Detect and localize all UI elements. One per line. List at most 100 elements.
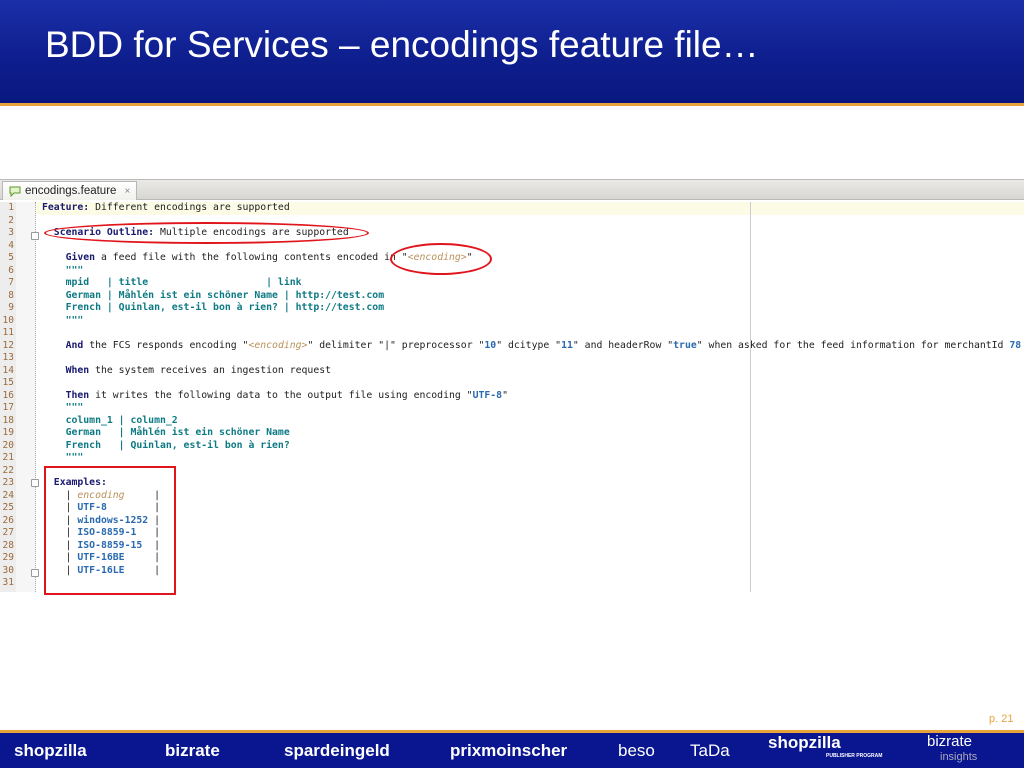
code-token: French | Quinlan, est-il bon à rien? | h…	[42, 302, 385, 313]
code-line[interactable]: 7 mpid | title | link	[0, 277, 993, 290]
line-number: 21	[2, 452, 14, 463]
line-number: 13	[2, 352, 14, 363]
line-text: """	[42, 315, 84, 328]
line-number: 10	[2, 314, 14, 326]
line-number: 14	[2, 364, 14, 376]
code-token: German | Måhlén ist ein schöner Name	[42, 427, 290, 438]
line-number: 5	[8, 252, 14, 263]
line-number: 11	[2, 327, 14, 338]
line-text: German | Måhlén ist ein schöner Name	[42, 427, 290, 440]
code-token: " dcitype "	[496, 339, 562, 351]
line-text: Feature: Different encodings are support…	[42, 202, 290, 215]
logo-bizrate-insights: bizrate	[927, 733, 973, 750]
logo-shopzilla-publisher: shopzilla	[768, 733, 841, 752]
code-line[interactable]: 11	[0, 327, 993, 340]
line-number: 15	[2, 377, 14, 388]
code-line[interactable]: 21 """	[0, 452, 993, 465]
code-line[interactable]: 15	[0, 377, 993, 390]
line-number: 1	[8, 202, 14, 213]
code-token: " when asked for the feed information fo…	[696, 339, 1010, 351]
code-token: true	[673, 339, 697, 351]
code-token: " delimiter "|" preprocessor "	[307, 339, 485, 351]
code-line[interactable]: 5 Given a feed file with the following c…	[0, 252, 993, 265]
line-number: 19	[2, 427, 14, 438]
line-number: 8	[8, 289, 14, 301]
highlight-box-examples	[44, 466, 176, 595]
close-icon[interactable]: ×	[124, 186, 130, 197]
page-number: p. 21	[989, 713, 1014, 725]
slide-title: BDD for Services – encodings feature fil…	[45, 24, 759, 65]
code-token: <encoding>	[248, 339, 308, 351]
code-token: column_1 | column_2	[42, 414, 178, 426]
code-token: Feature:	[42, 202, 90, 213]
logo-tada: TaDa	[690, 740, 730, 760]
code-token: When	[65, 364, 90, 376]
code-token: French | Quinlan, est-il bon à rien?	[42, 439, 290, 451]
code-line[interactable]: 19 German | Måhlén ist ein schöner Name	[0, 427, 993, 440]
line-number: 3	[8, 227, 14, 238]
line-text: German | Måhlén ist ein schöner Name | h…	[42, 289, 385, 303]
line-number: 31	[2, 577, 14, 588]
code-line[interactable]: 6 """	[0, 265, 993, 278]
logo-prixmoinscher: prixmoinscher	[450, 740, 568, 760]
code-token: a feed file with the following contents …	[95, 252, 408, 263]
highlight-ellipse-scenario	[44, 222, 369, 244]
code-token: " and headerRow "	[572, 339, 674, 351]
code-line[interactable]: 1 Feature: Different encodings are suppor…	[0, 202, 993, 215]
line-number: 18	[2, 414, 14, 426]
line-text: """	[42, 265, 84, 278]
line-number: 22	[2, 464, 14, 476]
code-line[interactable]: 18 column_1 | column_2	[0, 415, 993, 428]
line-number: 24	[2, 489, 14, 501]
line-number: 20	[2, 439, 14, 451]
line-number: 2	[8, 214, 14, 226]
logo-sublabel-insights: insights	[940, 751, 978, 763]
line-number: 6	[8, 264, 14, 276]
code-line[interactable]: 13	[0, 352, 993, 365]
code-line[interactable]: 8 German | Måhlén ist ein schöner Name |…	[0, 290, 993, 303]
code-token: 10	[484, 339, 497, 351]
line-text: French | Quinlan, est-il bon à rien? | h…	[42, 302, 385, 315]
code-token: """	[42, 452, 84, 463]
line-number: 4	[8, 239, 14, 251]
line-number: 29	[2, 552, 14, 563]
code-token: """	[42, 402, 84, 413]
code-line[interactable]: 14 When the system receives an ingestion…	[0, 365, 993, 378]
code-token: UTF-8	[472, 389, 503, 401]
line-text: And the FCS responds encoding "<encoding…	[42, 339, 1022, 353]
code-token: Then	[65, 389, 90, 401]
highlight-ellipse-encoding	[390, 243, 492, 275]
line-number: 28	[2, 539, 14, 551]
code-token: And	[65, 339, 84, 351]
code-token: 11	[561, 339, 573, 351]
line-number: 30	[2, 564, 14, 576]
line-number: 17	[2, 402, 14, 413]
line-text: """	[42, 452, 84, 465]
footer-logo-bar: shopzilla bizrate spardeingeld prixmoins…	[0, 733, 1024, 768]
line-number: 9	[8, 302, 14, 313]
line-number: 26	[2, 514, 14, 526]
code-line[interactable]: 16 Then it writes the following data to …	[0, 390, 993, 403]
line-text: column_1 | column_2	[42, 415, 178, 428]
tab-encodings-feature[interactable]: encodings.feature ×	[2, 181, 138, 200]
line-number: 12	[2, 339, 14, 351]
code-line[interactable]: 17 """	[0, 402, 993, 415]
line-number: 27	[2, 527, 14, 538]
code-token: Different encodings are supported	[89, 202, 290, 213]
line-text: mpid | title | link	[42, 277, 302, 290]
logo-spardeingeld: spardeingeld	[284, 740, 390, 760]
code-line[interactable]: 12 And the FCS responds encoding "<encod…	[0, 339, 1022, 353]
code-line[interactable]: 20 French | Quinlan, est-il bon à rien?	[0, 440, 993, 453]
code-line[interactable]: 10 """	[0, 315, 993, 328]
line-text: When the system receives an ingestion re…	[42, 365, 331, 378]
logo-shopzilla: shopzilla	[14, 740, 87, 760]
code-token: German | Måhlén ist ein schöner Name | h…	[42, 289, 385, 301]
line-number: 16	[2, 389, 14, 401]
code-token: the FCS responds encoding "	[83, 339, 249, 351]
code-line[interactable]: 9 French | Quinlan, est-il bon à rien? |…	[0, 302, 993, 315]
line-number: 25	[2, 502, 14, 513]
code-token: the system receives an ingestion request	[89, 364, 332, 376]
